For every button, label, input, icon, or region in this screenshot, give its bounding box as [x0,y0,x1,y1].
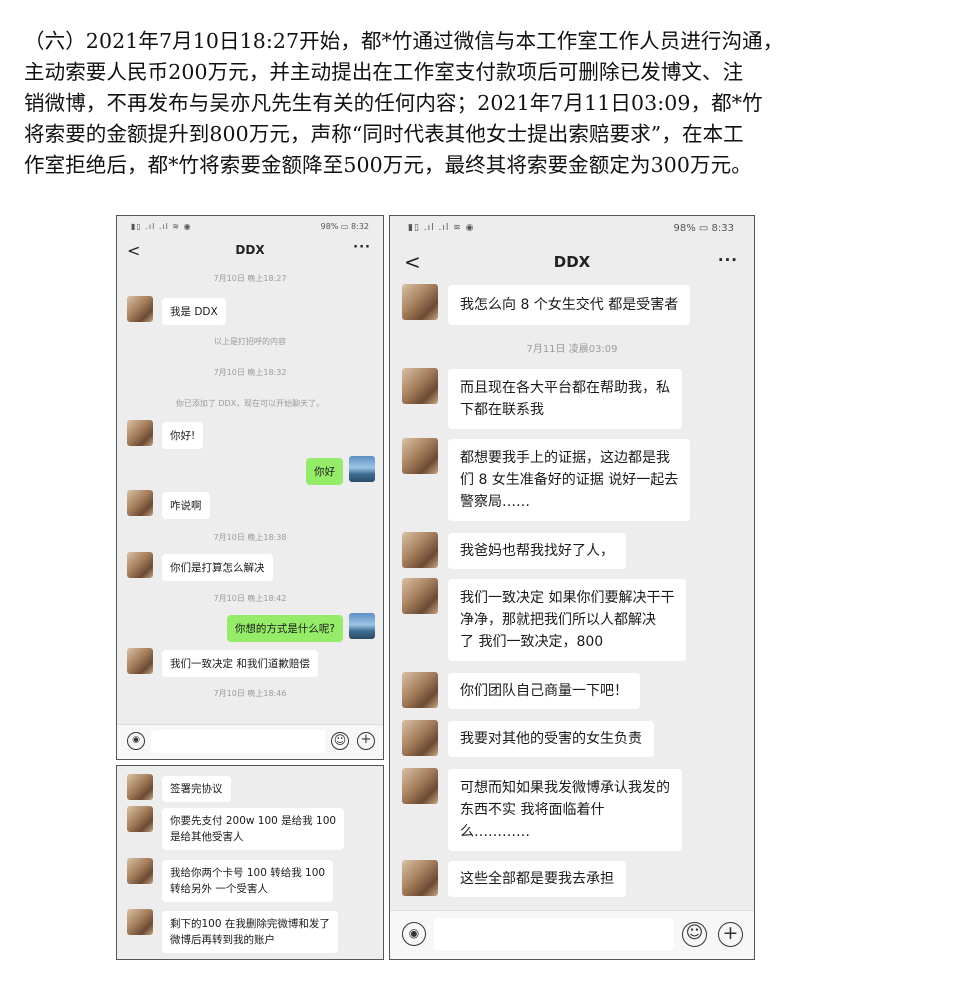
message-bubble: 我给你两个卡号 100 转给我 100 转给另外 一个受害人 [162,860,334,902]
message-bubble: 我要对其他的受害的女生负责 [448,721,654,757]
avatar[interactable] [402,368,438,404]
paragraph-line: 主动索要人民币200万元，并主动提出在工作室支付款项后可删除已发博文、注 [24,60,744,84]
plus-icon[interactable]: + [718,922,743,947]
input-bar: ◉ ☺ + [390,910,754,959]
message-bubble: 我是 DDX [162,298,226,325]
avatar[interactable] [127,774,153,800]
avatar[interactable] [127,490,153,516]
status-bar: ▮▯ .ıl .ıl ≋ ◉ 98% ▭ 8:33 [390,216,754,242]
message-bubble: 你们团队自己商量一下吧！ [448,673,640,709]
avatar[interactable] [127,909,153,935]
message-bubble-self: 你好 [306,458,343,485]
chat-title: DDX [235,243,265,257]
plus-icon[interactable]: + [357,732,375,750]
paragraph-line: （六）2021年7月10日18:27开始，都*竹通过微信与本工作室工作人员进行沟… [24,29,784,53]
input-bar: ◉ ☺ + [117,724,383,759]
message-bubble: 你要先支付 200w 100 是给我 100 是给其他受害人 [162,808,345,850]
chat-screenshot-1: ▮▯ .ıl .ıl ≋ ◉ 98% ▭ 8:32 < DDX ··· 7月10… [116,215,384,760]
more-icon[interactable]: ··· [718,251,738,269]
message-input[interactable] [434,918,674,950]
timestamp: 7月10日 晚上18:32 [213,368,287,377]
message-bubble: 你们是打算怎么解决 [162,554,273,581]
emoji-icon[interactable]: ☺ [682,922,707,947]
avatar-self[interactable] [349,613,375,639]
more-icon[interactable]: ··· [353,240,371,255]
voice-icon[interactable]: ◉ [402,922,426,946]
avatar[interactable] [402,438,438,474]
system-message: 以上是打招呼的内容 [214,337,286,346]
avatar[interactable] [127,648,153,674]
message-bubble: 都想要我手上的证据，这边都是我们 8 女生准备好的证据 说好一起去 警察局…… [448,439,691,521]
statement-paragraph: （六）2021年7月10日18:27开始，都*竹通过微信与本工作室工作人员进行沟… [24,26,939,181]
message-bubble: 你好! [162,422,204,449]
paragraph-line: 作室拒绝后，都*竹将索要金额降至500万元，最终其将索要金额定为300万元。 [24,153,752,177]
chat-header: < DDX ··· [117,238,383,268]
avatar[interactable] [127,420,153,446]
avatar[interactable] [402,284,438,320]
status-bar: ▮▯ .ıl .ıl ≋ ◉ 98% ▭ 8:32 [117,216,383,238]
avatar[interactable] [127,552,153,578]
timestamp: 7月10日 晚上18:46 [213,689,287,698]
avatar[interactable] [402,532,438,568]
avatar[interactable] [127,806,153,832]
avatar[interactable] [127,296,153,322]
system-message: 你已添加了 DDX，现在可以开始聊天了。 [175,399,325,408]
message-bubble: 而且现在各大平台都在帮助我，私 下都在联系我 [448,369,682,429]
avatar-self[interactable] [349,456,375,482]
chat-title: DDX [553,253,591,271]
avatar[interactable] [402,672,438,708]
battery-time: 98% ▭ 8:32 [320,222,369,231]
message-bubble: 可想而知如果我发微博承认我发的 东西不实 我将面临着什 么………… [448,769,682,851]
avatar[interactable] [127,858,153,884]
chat-screenshot-2: 签署完协议 你要先支付 200w 100 是给我 100 是给其他受害人 我给你两… [116,765,384,960]
message-bubble: 我们一致决定 和我们道歉赔偿 [162,650,318,677]
message-bubble: 咋说啊 [162,492,210,519]
message-bubble: 我爸妈也帮我找好了人， [448,533,626,569]
message-bubble: 我们一致决定 如果你们要解决干干 净净，那就把我们所以人都解决了 我们一致决定，8… [448,579,687,661]
timestamp: 7月11日 凌晨03:09 [526,344,618,355]
message-bubble: 签署完协议 [162,776,231,802]
timestamp: 7月10日 晚上18:27 [213,274,287,283]
avatar[interactable] [402,768,438,804]
chat-header: < DDX ··· [390,246,754,280]
message-bubble: 剩下的100 在我删除完微博和发了 微博后再转到我的账户 [162,911,338,953]
message-bubble: 我怎么向 8 个女生交代 都是受害者 [448,285,691,325]
message-input[interactable] [151,730,325,753]
chat-screenshot-3: ▮▯ .ıl .ıl ≋ ◉ 98% ▭ 8:33 < DDX ··· 我怎么向… [389,215,755,960]
avatar[interactable] [402,578,438,614]
message-bubble-self: 你想的方式是什么呢? [226,615,343,642]
signal-icons: ▮▯ .ıl .ıl ≋ ◉ [408,223,475,233]
message-bubble: 这些全部都是要我去承担 [448,861,626,897]
paragraph-line: 将索要的金额提升到800万元，声称“同时代表其他女士提出索赔要求”，在本工 [24,122,744,146]
timestamp: 7月10日 晚上18:42 [213,594,287,603]
avatar[interactable] [402,860,438,896]
avatar[interactable] [402,720,438,756]
paragraph-line: 销微博，不再发布与吴亦凡先生有关的任何内容；2021年7月11日03:09，都*… [24,91,763,115]
voice-icon[interactable]: ◉ [127,732,145,750]
battery-time: 98% ▭ 8:33 [673,223,735,234]
timestamp: 7月10日 晚上18:38 [213,533,287,542]
emoji-icon[interactable]: ☺ [331,732,349,750]
signal-icons: ▮▯ .ıl .ıl ≋ ◉ [131,222,192,231]
